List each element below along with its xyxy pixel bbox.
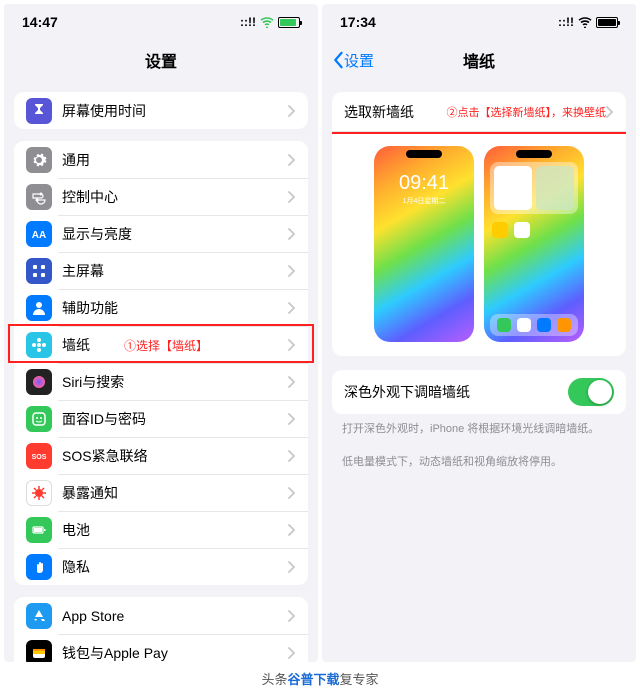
chevron-right-icon	[288, 339, 296, 351]
chevron-right-icon	[288, 610, 296, 622]
back-label: 设置	[344, 50, 374, 71]
choose-label: 选取新墙纸	[344, 102, 443, 122]
faceid-icon	[26, 406, 52, 432]
watermark: 头条谷普下载复专家	[0, 669, 640, 688]
row-label: Siri与搜索	[62, 372, 288, 392]
dim-label: 深色外观下调暗墙纸	[344, 382, 568, 402]
chevron-right-icon	[288, 561, 296, 573]
right-phone: 17:34 ::!! 设置 墙纸 选取新墙纸 ②点击【选择新墙纸】，来换壁纸	[322, 4, 636, 662]
row-label: SOS紧急联络	[62, 446, 288, 466]
footnote: 打开深色外观时，iPhone 将根据环境光线调暗墙纸。	[342, 422, 616, 437]
row-label: App Store	[62, 608, 288, 624]
chevron-right-icon	[288, 105, 296, 117]
settings-row-display[interactable]: AA 显示与亮度	[14, 215, 308, 252]
row-label: 钱包与Apple Pay	[62, 643, 288, 663]
settings-row-appstore[interactable]: App Store	[14, 597, 308, 634]
lock-time: 09:41	[374, 172, 474, 195]
status-bar: 14:47 ::!!	[4, 4, 318, 40]
settings-row-exposure[interactable]: 暴露通知	[14, 474, 308, 511]
footnote: 低电量模式下，动态墙纸和视角缩放将停用。	[342, 455, 616, 470]
annotation-text: ①选择【墙纸】	[124, 337, 208, 354]
chevron-right-icon	[606, 106, 614, 118]
chevron-right-icon	[288, 302, 296, 314]
status-bar: 17:34 ::!!	[322, 4, 636, 40]
navbar: 设置	[4, 40, 318, 80]
row-label: 面容ID与密码	[62, 409, 288, 429]
row-label: 主屏幕	[62, 261, 288, 281]
chevron-right-icon	[288, 450, 296, 462]
chevron-right-icon	[288, 413, 296, 425]
svg-text:SOS: SOS	[32, 454, 47, 461]
settings-row-battery[interactable]: 电池	[14, 511, 308, 548]
privacy-icon	[26, 554, 52, 580]
sos-icon: SOS	[26, 443, 52, 469]
settings-row-screentime[interactable]: 屏幕使用时间	[14, 92, 308, 129]
appstore-icon	[26, 603, 52, 629]
left-phone: 14:47 ::!! 设置 屏幕使用时间通用控制中心AA 显示与亮度主屏幕辅助功能…	[4, 4, 318, 662]
control-icon	[26, 184, 52, 210]
choose-new-wallpaper-row[interactable]: 选取新墙纸 ②点击【选择新墙纸】，来换壁纸	[332, 92, 626, 132]
settings-row-siri[interactable]: Siri与搜索	[14, 363, 308, 400]
settings-row-access[interactable]: 辅助功能	[14, 289, 308, 326]
row-label: 通用	[62, 150, 288, 170]
chevron-right-icon	[288, 265, 296, 277]
screentime-icon	[26, 98, 52, 124]
row-label: 屏幕使用时间	[62, 101, 288, 121]
chevron-right-icon	[288, 228, 296, 240]
dim-wallpaper-row: 深色外观下调暗墙纸	[332, 370, 626, 414]
svg-text:AA: AA	[32, 230, 46, 241]
settings-row-wallet[interactable]: 钱包与Apple Pay	[14, 634, 308, 662]
settings-row-privacy[interactable]: 隐私	[14, 548, 308, 585]
row-label: 控制中心	[62, 187, 288, 207]
settings-row-sos[interactable]: SOS SOS紧急联络	[14, 437, 308, 474]
chevron-right-icon	[288, 191, 296, 203]
row-label: 暴露通知	[62, 483, 288, 503]
row-label: 显示与亮度	[62, 224, 288, 244]
wallpaper-card: 选取新墙纸 ②点击【选择新墙纸】，来换壁纸 09:41 1月4日星期二	[332, 92, 626, 356]
general-icon	[26, 147, 52, 173]
row-label: 隐私	[62, 557, 288, 577]
access-icon	[26, 295, 52, 321]
settings-row-general[interactable]: 通用	[14, 141, 308, 178]
settings-row-control[interactable]: 控制中心	[14, 178, 308, 215]
row-label: 辅助功能	[62, 298, 288, 318]
chevron-right-icon	[288, 524, 296, 536]
status-icons: ::!!	[240, 15, 300, 29]
wallpaper-icon	[26, 332, 52, 358]
siri-icon	[26, 369, 52, 395]
chevron-right-icon	[288, 647, 296, 659]
back-button[interactable]: 设置	[332, 50, 374, 71]
home-screen-preview[interactable]	[484, 146, 584, 342]
wallet-icon	[26, 640, 52, 663]
page-title: 设置	[145, 48, 177, 72]
exposure-icon	[26, 480, 52, 506]
status-icons: ::!!	[558, 15, 618, 29]
settings-row-faceid[interactable]: 面容ID与密码	[14, 400, 308, 437]
clock: 14:47	[22, 14, 58, 30]
battery-icon	[26, 517, 52, 543]
dim-toggle[interactable]	[568, 378, 614, 406]
home-icon	[26, 258, 52, 284]
page-title: 墙纸	[463, 48, 495, 72]
chevron-right-icon	[288, 154, 296, 166]
annotation-text: ②点击【选择新墙纸】，来换壁纸	[447, 104, 607, 120]
display-icon: AA	[26, 221, 52, 247]
row-label: 电池	[62, 520, 288, 540]
chevron-right-icon	[288, 376, 296, 388]
settings-row-home[interactable]: 主屏幕	[14, 252, 308, 289]
lock-screen-preview[interactable]: 09:41 1月4日星期二	[374, 146, 474, 342]
chevron-right-icon	[288, 487, 296, 499]
navbar: 设置 墙纸	[322, 40, 636, 80]
clock: 17:34	[340, 14, 376, 30]
lock-date: 1月4日星期二	[374, 196, 474, 206]
